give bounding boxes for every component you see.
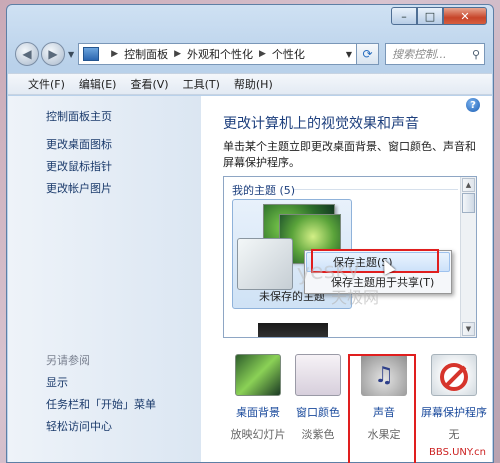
watermark-logo: yesky (296, 256, 361, 287)
back-arrow-icon[interactable]: ◀ (15, 42, 39, 66)
scroll-up-icon[interactable]: ▲ (462, 178, 475, 192)
option-value: 淡紫色 (301, 428, 335, 441)
desktop-background-icon (235, 354, 281, 396)
maximize-button[interactable]: □ (417, 7, 443, 25)
main-content: ? 更改计算机上的视觉效果和声音 单击某个主题立即更改桌面背景、窗口颜色、声音和… (201, 96, 492, 463)
option-label[interactable]: 屏幕保护程序 (419, 404, 489, 420)
sidebar-item-change-account-picture[interactable]: 更改帐户图片 (46, 178, 201, 200)
search-placeholder: 搜索控制... (392, 48, 447, 61)
minimize-button[interactable]: – (391, 7, 417, 25)
my-themes-group-label: 我的主题 (5) (232, 184, 296, 197)
theme-window-preview (237, 238, 293, 290)
search-icon[interactable]: ⚲ (472, 48, 480, 61)
window-color-icon (295, 354, 341, 396)
sidebar-item-display[interactable]: 显示 (46, 372, 156, 394)
breadcrumb-separator-icon[interactable]: ▶ (174, 49, 181, 59)
breadcrumb-appearance[interactable]: 外观和个性化 (187, 46, 253, 62)
control-panel-icon (83, 47, 100, 61)
scroll-down-icon[interactable]: ▼ (462, 322, 475, 336)
refresh-icon[interactable]: ⟳ (357, 43, 379, 65)
screen-saver-option[interactable]: 屏幕保护程序 无 (419, 354, 489, 442)
see-also-header: 另请参阅 (46, 354, 90, 367)
breadcrumb-separator-icon[interactable]: ▶ (111, 49, 118, 59)
option-label[interactable]: 窗口颜色 (283, 404, 353, 420)
see-also-section: 另请参阅 显示 任务栏和「开始」菜单 轻松访问中心 (46, 350, 156, 438)
menu-bar: 文件(F) 编辑(E) 查看(V) 工具(T) 帮助(H) (8, 73, 492, 95)
theme-list-scrollbar[interactable]: ▲ ▼ (460, 177, 476, 337)
sounds-highlight (348, 354, 416, 463)
caption-buttons: – □ ✕ (391, 7, 487, 25)
search-input[interactable]: 搜索控制... ⚲ (385, 43, 485, 65)
menu-help[interactable]: 帮助(H) (234, 76, 273, 92)
help-icon[interactable]: ? (466, 98, 480, 112)
close-button[interactable]: ✕ (443, 7, 487, 25)
window-color-option[interactable]: 窗口颜色 淡紫色 (283, 354, 353, 442)
address-bar[interactable]: ▶ 控制面板 ▶ 外观和个性化 ▶ 个性化 ▼ (78, 43, 357, 65)
sidebar-item-change-mouse-pointers[interactable]: 更改鼠标指针 (46, 156, 201, 178)
control-panel-window: – □ ✕ ◀ ▶ ▼ ▶ 控制面板 ▶ 外观和个性化 ▶ 个性化 ▼ ⟳ 搜索… (6, 4, 494, 463)
sidebar-item-taskbar-start-menu[interactable]: 任务栏和「开始」菜单 (46, 394, 156, 416)
sidebar-item-ease-of-access[interactable]: 轻松访问中心 (46, 416, 156, 438)
no-sign-icon (440, 363, 468, 391)
theme-thumbnail-partial[interactable] (258, 323, 328, 337)
breadcrumb-personalization[interactable]: 个性化 (272, 46, 305, 62)
page-title: 更改计算机上的视觉效果和声音 (223, 116, 419, 132)
breadcrumb-control-panel[interactable]: 控制面板 (124, 46, 168, 62)
menu-view[interactable]: 查看(V) (130, 76, 168, 92)
corner-watermark-logo: BBS.UNY.cn (429, 447, 486, 458)
menu-tools[interactable]: 工具(T) (183, 76, 220, 92)
sidebar-item-change-desktop-icons[interactable]: 更改桌面图标 (46, 134, 201, 156)
watermark-logo-cn: 天极网 (331, 288, 380, 307)
menu-edit[interactable]: 编辑(E) (79, 76, 117, 92)
menu-file[interactable]: 文件(F) (28, 76, 65, 92)
screen-saver-icon (431, 354, 477, 396)
forward-arrow-icon[interactable]: ▶ (41, 42, 65, 66)
breadcrumb-separator-icon[interactable]: ▶ (259, 49, 266, 59)
sidebar: 控制面板主页 更改桌面图标 更改鼠标指针 更改帐户图片 另请参阅 显示 任务栏和… (8, 96, 201, 462)
scroll-thumb[interactable] (462, 193, 475, 213)
page-description: 单击某个主题立即更改桌面背景、窗口颜色、声音和屏幕保护程序。 (223, 140, 476, 169)
address-dropdown-icon[interactable]: ▼ (346, 50, 352, 59)
navigation-bar: ◀ ▶ ▼ ▶ 控制面板 ▶ 外观和个性化 ▶ 个性化 ▼ ⟳ 搜索控制... … (15, 41, 485, 67)
recent-pages-dropdown[interactable]: ▼ (68, 50, 74, 59)
group-divider (294, 189, 458, 190)
option-value: 无 (448, 428, 460, 441)
sidebar-item-control-panel-home[interactable]: 控制面板主页 (46, 106, 201, 128)
